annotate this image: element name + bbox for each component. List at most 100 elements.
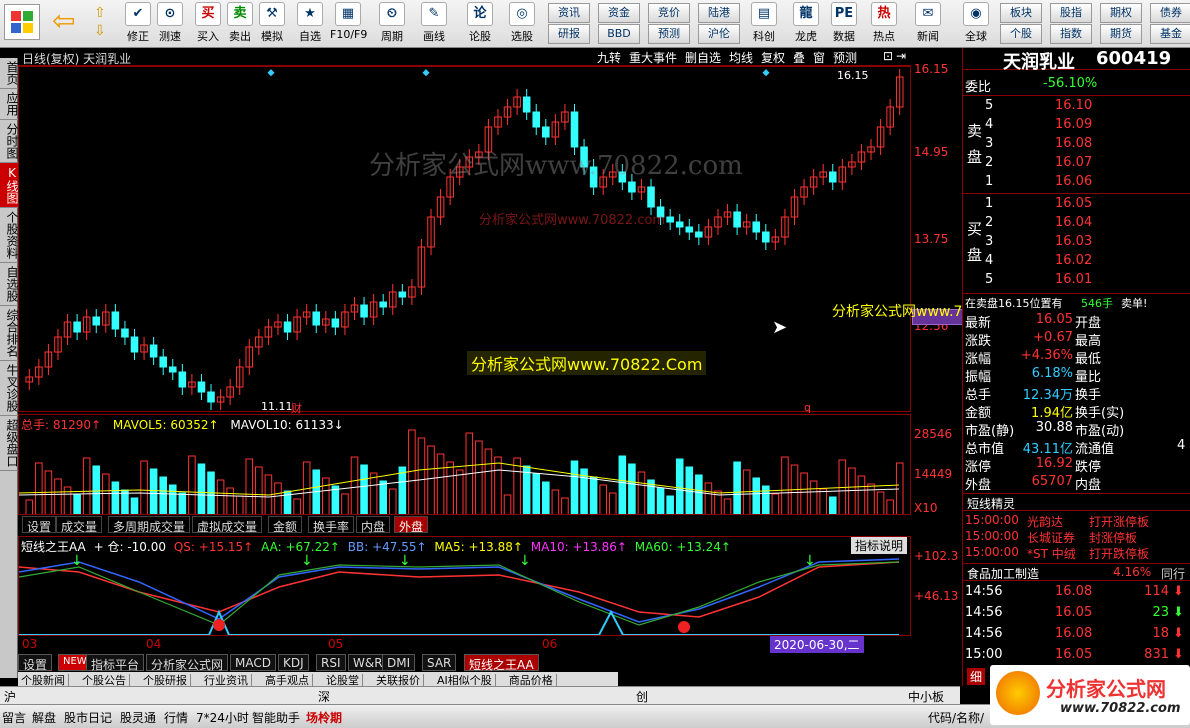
- status-item[interactable]: 行情: [164, 709, 188, 726]
- indicator-tab[interactable]: SAR: [422, 654, 457, 671]
- updown-arrows-icon[interactable]: ⇧ ⇩: [94, 4, 114, 44]
- news-tab[interactable]: 论股堂: [323, 674, 363, 686]
- market-zxb[interactable]: 中小板: [908, 688, 944, 705]
- sector-row[interactable]: 食品加工制造 4.16% 同行: [963, 563, 1190, 581]
- app-logo-icon[interactable]: [4, 4, 40, 40]
- indicator-tab[interactable]: KDJ: [278, 654, 309, 671]
- news-tab[interactable]: 个股公告: [79, 674, 130, 686]
- toolbar-button[interactable]: ⊙ 测速: [152, 2, 188, 46]
- toolbar-button[interactable]: ▤ 科创: [746, 2, 782, 46]
- left-tab[interactable]: 超级盘口: [0, 416, 19, 471]
- toolbar-button[interactable]: ◉ 全球: [958, 2, 994, 46]
- toolbar-small-button[interactable]: 研报: [548, 24, 590, 44]
- status-item[interactable]: 代码/名称/: [928, 709, 984, 726]
- indicator-tab[interactable]: 设置: [18, 654, 53, 672]
- left-tab[interactable]: 分时图: [0, 120, 19, 163]
- toolbar-small-button[interactable]: 指数: [1050, 24, 1092, 44]
- toolbar-button[interactable]: PE 数据: [826, 2, 862, 46]
- left-tab[interactable]: 牛叉诊股: [0, 361, 19, 416]
- toolbar-small-button[interactable]: 资金: [598, 3, 640, 23]
- tick-detail-tab[interactable]: 细: [967, 668, 986, 685]
- toolbar-small-button[interactable]: 沪伦: [698, 24, 740, 44]
- toolbar-button[interactable]: ⏲ 周期: [374, 2, 410, 46]
- indicator-help-button[interactable]: 指标说明: [851, 537, 908, 554]
- left-tab[interactable]: K线图: [0, 163, 19, 208]
- news-tab[interactable]: AI相似个股: [434, 674, 496, 686]
- chart-header-button[interactable]: 删自选: [682, 49, 724, 65]
- toolbar-small-button[interactable]: 个股: [1000, 24, 1042, 44]
- indicator-tab[interactable]: 指标平台: [86, 654, 145, 672]
- news-tab[interactable]: 个股研报: [140, 674, 191, 686]
- status-item[interactable]: 场柃期: [306, 709, 342, 726]
- toolbar-button[interactable]: 卖卖出: [222, 2, 258, 46]
- volume-tab[interactable]: 虚拟成交量: [192, 516, 263, 534]
- toolbar-small-button[interactable]: 陆港: [698, 3, 740, 23]
- kline-chart[interactable]: 16.15 14.95 13.75 12.56 16.15 11.11 财 q 分析家…: [18, 62, 1034, 415]
- left-tab[interactable]: 综合排名: [0, 306, 19, 361]
- toolbar-button[interactable]: ◎ 选股: [504, 2, 540, 46]
- status-item[interactable]: 留言: [2, 709, 26, 726]
- toolbar-button[interactable]: 龍龙虎: [788, 2, 824, 46]
- toolbar-small-button[interactable]: 预测: [648, 24, 690, 44]
- news-tab[interactable]: 行业资讯: [201, 674, 252, 686]
- market-sh[interactable]: 沪: [4, 688, 16, 705]
- left-tab[interactable]: 自选股: [0, 263, 19, 306]
- volume-tab[interactable]: 内盘: [356, 516, 391, 534]
- toolbar-button[interactable]: ✔ 修正: [120, 2, 156, 46]
- lock-icon[interactable]: ⊡: [883, 49, 893, 63]
- toolbar-small-button[interactable]: 债券: [1150, 3, 1190, 23]
- volume-tab[interactable]: 外盘: [394, 516, 429, 534]
- toolbar-small-button[interactable]: 板块: [1000, 3, 1042, 23]
- toolbar-small-button[interactable]: 基金: [1150, 24, 1190, 44]
- back-arrow-icon[interactable]: ⇦: [52, 6, 84, 38]
- toolbar-small-button[interactable]: 股指: [1050, 3, 1092, 23]
- chart-header-button[interactable]: 预测: [830, 49, 860, 65]
- elite-row[interactable]: 15:00:00 *ST 中绒 打开跌停板: [963, 545, 1190, 563]
- market-cy[interactable]: 创: [636, 688, 648, 705]
- chart-header-button[interactable]: 叠: [790, 49, 808, 65]
- toolbar-button[interactable]: ▦ F10/F9: [330, 2, 367, 46]
- left-tab[interactable]: 应用: [0, 89, 19, 120]
- toolbar-small-button[interactable]: 资讯: [548, 3, 590, 23]
- toolbar-button[interactable]: 买买入: [190, 2, 226, 46]
- indicator-tab[interactable]: 分析家公式网: [146, 654, 229, 672]
- chart-header-button[interactable]: 窗: [810, 49, 828, 65]
- chart-header-button[interactable]: 九转: [594, 49, 624, 65]
- toolbar-button[interactable]: ✉ 新闻: [910, 2, 946, 46]
- status-item[interactable]: 解盘: [32, 709, 56, 726]
- news-tab[interactable]: 个股新闻: [18, 674, 69, 686]
- toolbar-button[interactable]: ⚒ 模拟: [254, 2, 290, 46]
- status-item[interactable]: 7*24小时: [196, 709, 249, 726]
- toolbar-button[interactable]: 论论股: [462, 2, 498, 46]
- toolbar-small-button[interactable]: 期权: [1100, 3, 1142, 23]
- chart-header-button[interactable]: 重大事件: [626, 49, 680, 65]
- toolbar-small-button[interactable]: 竞价: [648, 3, 690, 23]
- indicator-tab[interactable]: DMI: [382, 654, 416, 671]
- toolbar-button[interactable]: ✎ 画线: [416, 2, 452, 46]
- volume-tab[interactable]: 换手率: [308, 516, 355, 534]
- volume-tab[interactable]: 成交量: [56, 516, 103, 534]
- volume-chart[interactable]: 总手: 81290↑ MAVOL5: 60352↑ MAVOL10: 61133…: [18, 414, 952, 515]
- left-tab[interactable]: 首页: [0, 58, 19, 89]
- status-item[interactable]: 智能助手: [252, 709, 300, 726]
- news-tab[interactable]: 关联报价: [373, 674, 424, 686]
- volume-tab[interactable]: 设置: [22, 516, 57, 534]
- status-item[interactable]: 股灵通: [120, 709, 156, 726]
- market-sz[interactable]: 深: [318, 688, 330, 705]
- expand-icon[interactable]: ⇥: [896, 49, 906, 63]
- indicator-tab[interactable]: MACD: [230, 654, 276, 671]
- toolbar-button[interactable]: ★ 自选: [292, 2, 328, 46]
- toolbar-button[interactable]: 热热点: [866, 2, 902, 46]
- sector-tab[interactable]: 同行: [1161, 565, 1185, 582]
- news-tab[interactable]: 高手观点: [262, 674, 313, 686]
- chart-header-button[interactable]: 均线: [726, 49, 756, 65]
- toolbar-small-button[interactable]: 期货: [1100, 24, 1142, 44]
- news-tab[interactable]: 商品价格: [505, 674, 557, 686]
- indicator-tab[interactable]: 短线之王AA: [464, 654, 539, 672]
- status-item[interactable]: 股市日记: [64, 709, 112, 726]
- volume-tab[interactable]: 多周期成交量: [108, 516, 191, 534]
- indicator-chart[interactable]: ↓ ↓ ↓ ↓ ↓ 短线之王AA + 仓: -10.00 QS: +15.15↑ AA:…: [18, 536, 958, 636]
- volume-tab[interactable]: 金额: [268, 516, 303, 534]
- indicator-tab[interactable]: RSI: [316, 654, 346, 671]
- toolbar-small-button[interactable]: BBD: [598, 24, 640, 44]
